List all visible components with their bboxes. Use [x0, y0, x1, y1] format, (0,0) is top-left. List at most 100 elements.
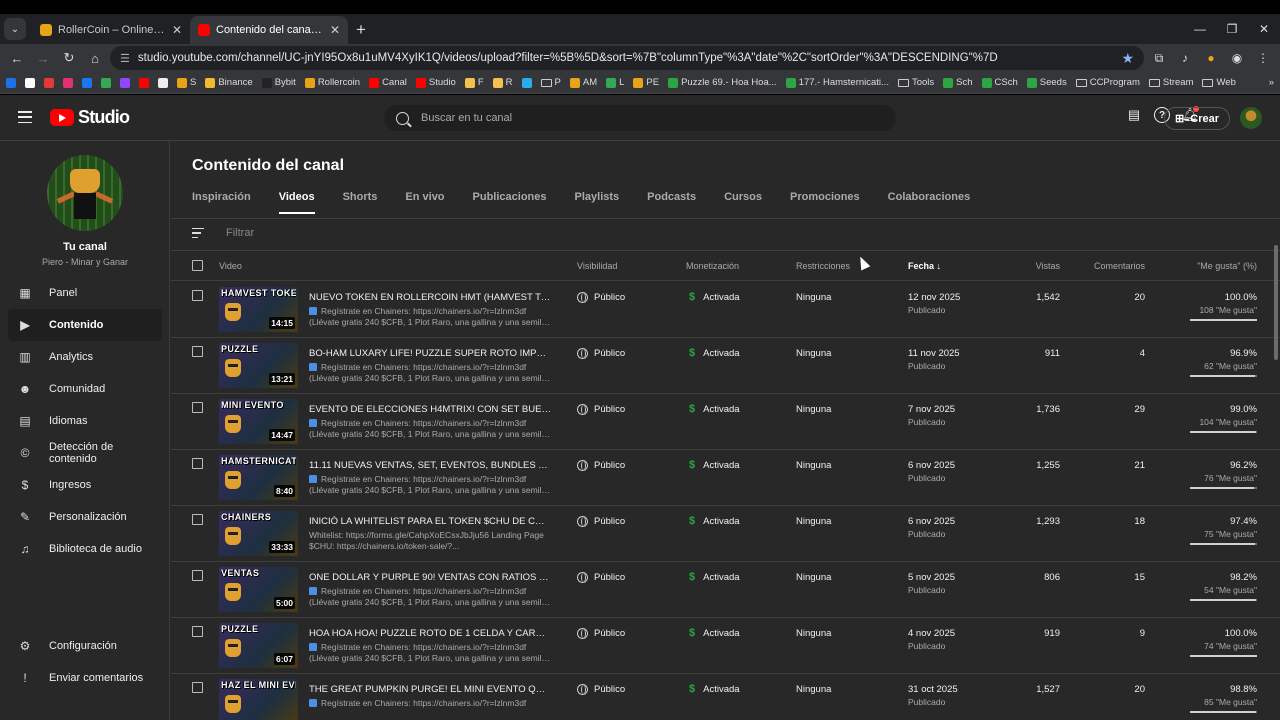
filter-icon[interactable] — [192, 228, 204, 238]
address-bar[interactable]: ☰ studio.youtube.com/channel/UC-jnYI95Ox… — [110, 46, 1144, 70]
create-button[interactable]: ⊞ Crear — [1164, 107, 1230, 130]
sidebar-item-content[interactable]: ▶ Contenido — [8, 309, 162, 341]
home-icon[interactable]: ⌂ — [84, 47, 106, 69]
tab-colaboraciones[interactable]: Colaboraciones — [888, 191, 971, 214]
bookmark-item[interactable] — [25, 77, 35, 88]
video-thumbnail[interactable]: HAMSTERNICATION 8:40 — [219, 455, 298, 500]
column-likes[interactable]: "Me gusta" (%) — [1197, 261, 1257, 271]
row-checkbox[interactable] — [192, 570, 203, 581]
table-row[interactable]: HAMVEST TOKEN 14:15 NUEVO TOKEN EN ROLLERC… — [171, 282, 1280, 338]
select-all-checkbox[interactable] — [192, 260, 203, 271]
bookmark-folder[interactable]: CCProgram — [1075, 77, 1140, 88]
captions-icon[interactable]: ▤ — [1126, 107, 1142, 123]
sidebar-item-feedback[interactable]: ! Enviar comentarios — [8, 662, 162, 694]
tab-playlists[interactable]: Playlists — [575, 191, 620, 214]
tab-cursos[interactable]: Cursos — [724, 191, 762, 214]
sidebar-item-copyright[interactable]: © Detección de contenido — [8, 437, 162, 469]
reload-icon[interactable]: ↻ — [58, 47, 80, 69]
row-checkbox[interactable] — [192, 346, 203, 357]
sidebar-item-subtitles[interactable]: ▤ Idiomas — [8, 405, 162, 437]
studio-logo[interactable]: Studio — [50, 107, 130, 128]
visibility-cell[interactable]: Público — [577, 404, 625, 415]
tab-podcasts[interactable]: Podcasts — [647, 191, 696, 214]
bookmark-item[interactable]: Binance — [205, 77, 253, 88]
tab-promociones[interactable]: Promociones — [790, 191, 860, 214]
bookmark-item[interactable]: PE — [633, 77, 659, 88]
row-checkbox[interactable] — [192, 682, 203, 693]
video-title[interactable]: HOA HOA HOA! PUZZLE ROTO DE 1 CELDA Y CA… — [309, 628, 551, 639]
bookmark-folder[interactable]: Tools — [897, 77, 934, 88]
row-checkbox[interactable] — [192, 402, 203, 413]
bookmark-item[interactable] — [158, 77, 168, 88]
bookmark-item[interactable]: Sch — [943, 77, 973, 88]
browser-tab[interactable]: Contenido del canal - YouTube Studio ✕ — [190, 16, 348, 44]
table-row[interactable]: PUZZLE 13:21 BO-HAM LUXARY LIFE! PUZZLE SU… — [171, 338, 1280, 394]
monetization-cell[interactable]: $ Activada — [689, 291, 740, 303]
video-title[interactable]: 11.11 NUEVAS VENTAS, SET, EVENTOS, BUNDL… — [309, 460, 551, 471]
table-row[interactable]: CHAINERS 33:33 INICIÓ LA WHITELIST PARA EL… — [171, 506, 1280, 562]
tab-en-vivo[interactable]: En vivo — [405, 191, 444, 214]
bookmark-item[interactable]: Studio — [415, 77, 456, 88]
video-thumbnail[interactable]: VENTAS 5:00 — [219, 567, 298, 612]
column-views[interactable]: Vistas — [1036, 261, 1060, 271]
video-title[interactable]: THE GREAT PUMPKIN PURGE! EL MINI EVENTO … — [309, 684, 551, 695]
browser-menu-icon[interactable]: ⋮ — [1252, 47, 1274, 69]
visibility-cell[interactable]: Público — [577, 460, 625, 471]
video-thumbnail[interactable]: HAMVEST TOKEN 14:15 — [219, 287, 298, 332]
table-row[interactable]: MINI EVENTO 14:47 EVENTO DE ELECCIONES H4M… — [171, 394, 1280, 450]
video-thumbnail[interactable]: HAZ EL MINI EVENTO O TE CACHO CON MI MAR… — [219, 679, 298, 720]
sidebar-item-audio-library[interactable]: ♫ Biblioteca de audio — [8, 533, 162, 565]
channel-search-input[interactable]: Buscar en tu canal — [384, 105, 896, 131]
video-thumbnail[interactable]: PUZZLE 13:21 — [219, 343, 298, 388]
row-checkbox[interactable] — [192, 290, 203, 301]
extensions-icon[interactable]: ⧉ — [1148, 47, 1170, 69]
bookmark-item[interactable]: Canal — [369, 77, 407, 88]
tab-inspiración[interactable]: Inspiración — [192, 191, 251, 214]
sidebar-item-customization[interactable]: ✎ Personalización — [8, 501, 162, 533]
video-title[interactable]: EVENTO DE ELECCIONES H4MTRIX! CON SET BU… — [309, 404, 551, 415]
monetization-cell[interactable]: $ Activada — [689, 627, 740, 639]
media-controls-icon[interactable]: ♪ — [1174, 47, 1196, 69]
tab-publicaciones[interactable]: Publicaciones — [473, 191, 547, 214]
row-checkbox[interactable] — [192, 626, 203, 637]
video-title[interactable]: BO-HAM LUXARY LIFE! PUZZLE SUPER ROTO IM… — [309, 348, 551, 359]
sidebar-item-analytics[interactable]: ▥ Analytics — [8, 341, 162, 373]
visibility-cell[interactable]: Público — [577, 572, 625, 583]
monetization-cell[interactable]: $ Activada — [689, 683, 740, 695]
bookmark-item[interactable]: CSch — [981, 77, 1018, 88]
restore-icon[interactable]: ❐ — [1216, 22, 1248, 36]
close-tab-icon[interactable]: ✕ — [330, 23, 340, 37]
bookmark-item[interactable] — [120, 77, 130, 88]
page-scrollbar[interactable] — [1274, 245, 1278, 360]
minimize-icon[interactable]: — — [1184, 22, 1216, 36]
forward-icon[interactable]: → — [32, 47, 54, 69]
bookmark-item[interactable]: AM — [569, 77, 597, 88]
bookmark-item[interactable]: R — [492, 77, 513, 88]
bookmark-item[interactable]: 177.- Hamsternicati... — [785, 77, 889, 88]
visibility-cell[interactable]: Público — [577, 684, 625, 695]
bookmark-item[interactable] — [139, 77, 149, 88]
bookmark-item[interactable] — [521, 77, 532, 88]
bookmark-folder[interactable]: P — [540, 77, 561, 88]
video-title[interactable]: ONE DOLLAR Y PURPLE 90! VENTAS CON RATIO… — [309, 572, 551, 583]
column-visibility[interactable]: Visibilidad — [577, 261, 617, 271]
visibility-cell[interactable]: Público — [577, 292, 625, 303]
bookmark-item[interactable] — [101, 77, 111, 88]
bookmark-folder[interactable]: Stream — [1148, 77, 1193, 88]
video-thumbnail[interactable]: PUZZLE 6:07 — [219, 623, 298, 668]
sidebar-item-dashboard[interactable]: ▦ Panel — [8, 277, 162, 309]
bookmark-item[interactable]: Rollercoin — [304, 77, 360, 88]
table-row[interactable]: PUZZLE 6:07 HOA HOA HOA! PUZZLE ROTO DE 1 … — [171, 618, 1280, 674]
column-restrictions[interactable]: Restricciones — [796, 261, 850, 271]
bookmark-item[interactable] — [44, 77, 54, 88]
site-info-icon[interactable]: ☰ — [120, 52, 130, 65]
menu-icon[interactable] — [18, 111, 32, 123]
profile-icon[interactable]: ◉ — [1226, 47, 1248, 69]
browser-tab[interactable]: RollerCoin – Online Bitcoin Mining Simul… — [32, 16, 190, 44]
extension-rollercoin-icon[interactable]: ● — [1200, 47, 1222, 69]
video-thumbnail[interactable]: CHAINERS 33:33 — [219, 511, 298, 556]
bookmark-item[interactable] — [82, 77, 92, 88]
monetization-cell[interactable]: $ Activada — [689, 515, 740, 527]
visibility-cell[interactable]: Público — [577, 628, 625, 639]
video-thumbnail[interactable]: MINI EVENTO 14:47 — [219, 399, 298, 444]
